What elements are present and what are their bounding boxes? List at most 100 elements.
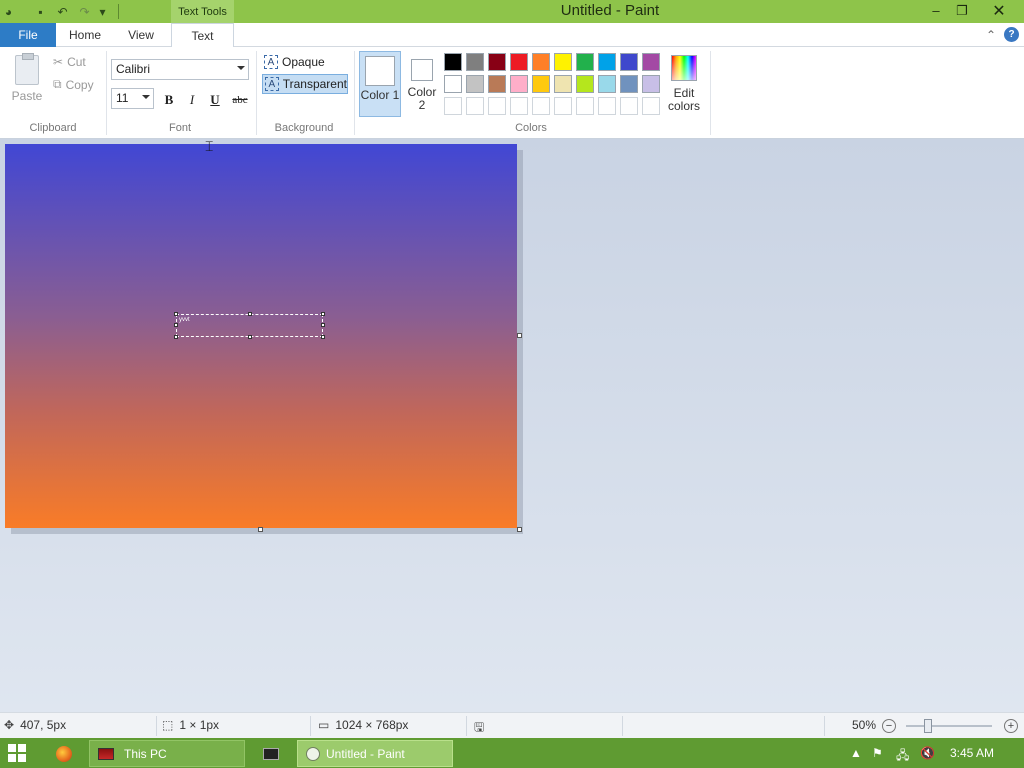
taskbar-paint[interactable]: Untitled - Paint (297, 740, 453, 767)
custom-color-slot[interactable] (598, 97, 616, 115)
transparent-button[interactable]: A Transparent (262, 74, 348, 94)
restore-button[interactable]: ❐ (951, 0, 973, 21)
textbox-resize-handle[interactable] (321, 323, 325, 327)
palette-swatch[interactable] (576, 75, 594, 93)
palette-swatch[interactable] (444, 53, 462, 71)
copy-label: Copy (65, 77, 94, 92)
textbox-resize-handle[interactable] (321, 335, 325, 339)
group-divider (106, 51, 107, 135)
taskbar-firefox[interactable] (49, 740, 79, 767)
zoom-out-button[interactable]: − (882, 719, 896, 733)
palette-swatch[interactable] (576, 53, 594, 71)
textbox-resize-handle[interactable] (248, 312, 252, 316)
minimize-ribbon-icon[interactable]: ⌃ (986, 28, 996, 42)
opaque-button[interactable]: A Opaque (262, 52, 348, 72)
custom-color-slot[interactable] (532, 97, 550, 115)
tab-home[interactable]: Home (60, 23, 110, 47)
drawing-canvas[interactable]: yvvt (5, 144, 517, 528)
custom-color-slot[interactable] (620, 97, 638, 115)
palette-swatch[interactable] (620, 53, 638, 71)
palette-swatch[interactable] (510, 75, 528, 93)
palette-swatch[interactable] (620, 75, 638, 93)
paint-app-icon[interactable]: ◕ (0, 3, 17, 20)
zoom-slider-thumb[interactable] (924, 719, 932, 733)
palette-swatch[interactable] (488, 53, 506, 71)
help-icon[interactable]: ? (1004, 27, 1019, 42)
copy-button[interactable]: ⧉ Copy (53, 77, 94, 92)
color1-label: Color 1 (360, 88, 400, 102)
bold-button[interactable]: B (160, 91, 178, 109)
selection-size-value: 1 × 1px (179, 718, 220, 732)
paste-button[interactable]: Paste (8, 53, 46, 108)
textbox-resize-handle[interactable] (321, 312, 325, 316)
custom-color-slot[interactable] (444, 97, 462, 115)
custom-color-slot[interactable] (642, 97, 660, 115)
show-hidden-icons-icon[interactable]: ▲ (850, 746, 862, 760)
palette-swatch[interactable] (554, 75, 572, 93)
tab-view[interactable]: View (116, 23, 166, 47)
palette-swatch[interactable] (642, 75, 660, 93)
palette-swatch[interactable] (598, 75, 616, 93)
tab-text[interactable]: Text (171, 23, 234, 48)
custom-color-slot[interactable] (488, 97, 506, 115)
custom-color-slot[interactable] (554, 97, 572, 115)
strikethrough-button[interactable]: abc (229, 91, 251, 109)
tab-file[interactable]: File (0, 23, 56, 47)
textbox-resize-handle[interactable] (174, 323, 178, 327)
palette-swatch[interactable] (510, 53, 528, 71)
transparent-icon: A (265, 77, 279, 91)
color2-selector[interactable]: Color 2 (404, 51, 440, 117)
taskbar-this-pc[interactable]: This PC (89, 740, 245, 767)
chevron-down-icon (142, 95, 150, 99)
text-input-box[interactable]: yvvt (174, 312, 325, 339)
palette-swatch[interactable] (466, 75, 484, 93)
cut-button[interactable]: ✂ Cut (53, 55, 86, 69)
action-center-flag-icon[interactable]: ⚑ (872, 746, 883, 760)
textbox-resize-handle[interactable] (248, 335, 252, 339)
text-box-content: yvvt (179, 317, 190, 323)
opaque-icon: A (264, 55, 278, 69)
underline-button[interactable]: U (206, 91, 224, 109)
volume-muted-icon[interactable]: 🔇 (920, 746, 935, 760)
palette-swatch[interactable] (532, 53, 550, 71)
custom-color-slot[interactable] (576, 97, 594, 115)
textbox-resize-handle[interactable] (174, 335, 178, 339)
palette-swatch[interactable] (444, 75, 462, 93)
canvas-workspace[interactable]: yvvt (0, 139, 1024, 712)
zoom-slider[interactable] (906, 719, 992, 733)
color1-swatch (365, 56, 395, 86)
palette-swatch[interactable] (598, 53, 616, 71)
color1-selector[interactable]: Color 1 (359, 51, 401, 117)
customize-quick-access-icon[interactable]: ▾ (94, 3, 111, 20)
palette-swatch[interactable] (466, 53, 484, 71)
zoom-in-button[interactable]: + (1004, 719, 1018, 733)
textbox-resize-handle[interactable] (174, 312, 178, 316)
palette-swatch[interactable] (642, 53, 660, 71)
palette-swatch[interactable] (488, 75, 506, 93)
paste-label: Paste (11, 89, 43, 103)
minimize-button[interactable]: – (925, 0, 947, 21)
font-family-dropdown[interactable]: Calibri (111, 59, 249, 80)
redo-icon[interactable]: ↷ (76, 3, 93, 20)
save-icon[interactable]: ▪ (32, 3, 49, 20)
network-icon[interactable]: 🖧 (896, 746, 909, 767)
selection-size: ⬚ 1 × 1px (162, 718, 219, 732)
palette-swatch[interactable] (554, 53, 572, 71)
edit-colors-label: Edit colors (668, 86, 701, 113)
edit-colors-button[interactable]: Edit colors (668, 53, 700, 119)
custom-color-slot[interactable] (510, 97, 528, 115)
font-size-dropdown[interactable]: 11 (111, 88, 154, 109)
undo-icon[interactable]: ↶ (54, 3, 71, 20)
canvas-resize-handle-bottom[interactable] (258, 527, 263, 532)
canvas-resize-handle-right[interactable] (517, 333, 522, 338)
palette-swatch[interactable] (532, 75, 550, 93)
font-size-value: 11 (116, 91, 129, 105)
close-button[interactable]: ✕ (976, 0, 1022, 21)
taskbar-command-prompt[interactable] (256, 740, 286, 767)
taskbar-clock[interactable]: 3:45 AM (950, 746, 994, 760)
canvas-resize-handle-corner[interactable] (517, 527, 522, 532)
start-button[interactable] (8, 744, 28, 762)
custom-color-slot[interactable] (466, 97, 484, 115)
chevron-down-icon (237, 66, 245, 70)
italic-button[interactable]: I (183, 91, 201, 109)
